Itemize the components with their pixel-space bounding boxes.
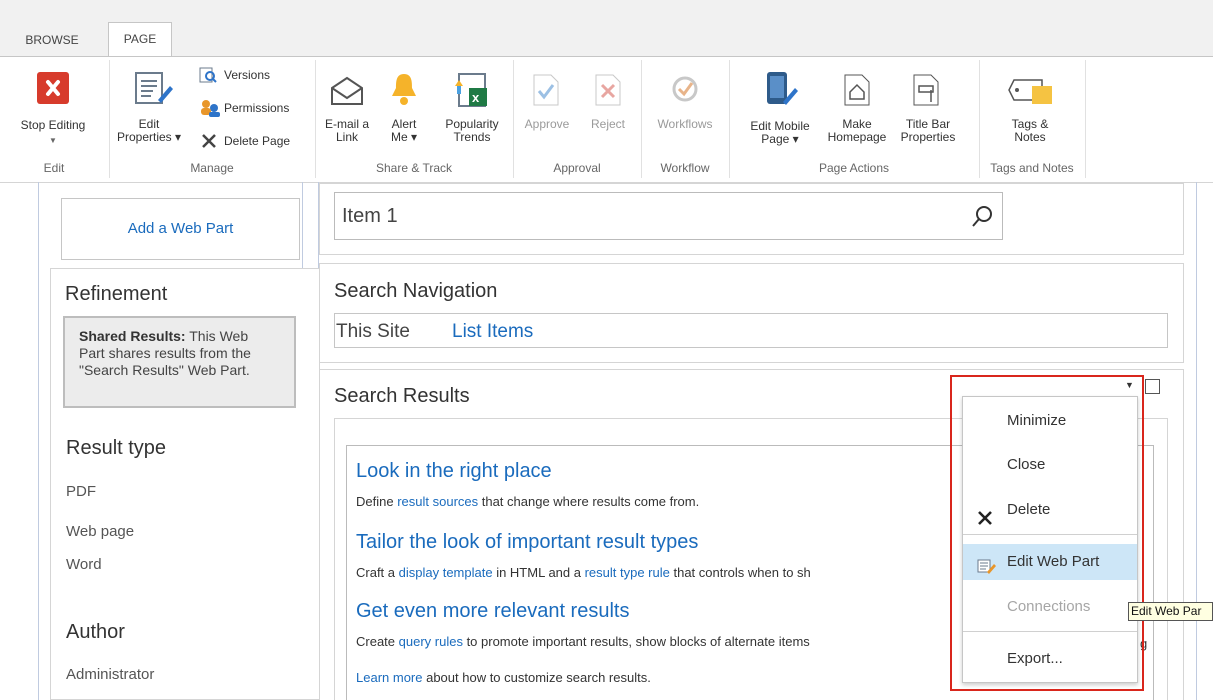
refiner-value-web-page[interactable]: Web page <box>66 523 134 540</box>
search-input[interactable]: Item 1 <box>334 192 1003 240</box>
title-bar-properties-label-2[interactable]: Properties <box>896 131 960 143</box>
result-type-rule-link[interactable]: result type rule <box>585 565 670 580</box>
web-part-context-menu: Minimize Close Delete Edit Web Part Conn… <box>962 396 1138 683</box>
popularity-trends-icon[interactable]: x <box>451 72 491 108</box>
shared-results-notice: Shared Results: This Web Part shares res… <box>63 316 296 408</box>
reject-icon <box>595 74 621 106</box>
edit-mobile-page-label-2[interactable]: Page ▾ <box>735 133 825 145</box>
chevron-down-icon: ▼ <box>49 136 57 145</box>
permissions-button[interactable]: Permissions <box>224 100 289 116</box>
delete-page-button[interactable]: Delete Page <box>224 133 290 149</box>
title-bar-properties-icon[interactable] <box>913 74 941 106</box>
shared-results-text: "Search Results" Web Part. <box>79 362 250 378</box>
approve-button: Approve <box>524 117 570 131</box>
group-label-page-actions: Page Actions <box>818 161 890 175</box>
popularity-trends-label-2[interactable]: Trends <box>434 131 510 143</box>
edit-mobile-page-icon[interactable] <box>765 70 799 108</box>
edit-mobile-page-label-1[interactable]: Edit Mobile <box>735 120 825 132</box>
edit-properties-icon[interactable] <box>133 70 173 108</box>
email-link-label-2[interactable]: Link <box>320 131 374 143</box>
group-label-workflow: Workflow <box>660 161 710 175</box>
search-icon[interactable] <box>971 204 995 228</box>
tip-text: Define result sources that change where … <box>356 494 700 509</box>
menu-divider <box>963 631 1137 632</box>
refiner-value-pdf[interactable]: PDF <box>66 483 96 500</box>
popularity-trends-label-1[interactable]: Popularity <box>434 118 510 130</box>
refiner-value-word[interactable]: Word <box>66 556 102 573</box>
add-web-part-box[interactable]: Add a Web Part <box>61 198 300 260</box>
query-rules-link[interactable]: query rules <box>399 634 463 649</box>
menu-item-edit-web-part[interactable]: Edit Web Part <box>963 544 1137 580</box>
permissions-icon <box>199 99 221 117</box>
menu-item-minimize[interactable]: Minimize <box>963 403 1137 439</box>
homepage-icon[interactable] <box>844 74 870 106</box>
tab-browse[interactable]: BROWSE <box>22 24 82 56</box>
approve-icon <box>533 74 559 106</box>
versions-icon <box>199 66 217 84</box>
versions-button[interactable]: Versions <box>224 67 270 83</box>
alert-bell-icon[interactable] <box>390 72 418 106</box>
group-label-manage: Manage <box>190 161 234 175</box>
make-homepage-label-2[interactable]: Homepage <box>822 131 892 143</box>
group-label-tags-notes: Tags and Notes <box>990 161 1074 175</box>
email-icon[interactable] <box>330 76 364 106</box>
menu-item-close[interactable]: Close <box>963 447 1137 483</box>
shared-results-label: Shared Results: <box>79 328 186 344</box>
delete-icon <box>200 132 218 150</box>
alert-me-label-2[interactable]: Me ▾ <box>380 131 428 143</box>
ribbon-tab-bar <box>0 0 1213 56</box>
search-results-title: Search Results <box>334 385 470 407</box>
zone-guide <box>38 182 39 700</box>
result-type-title: Result type <box>66 437 167 459</box>
workflows-button: Workflows <box>657 117 713 131</box>
menu-divider <box>963 534 1137 535</box>
alert-me-label-1[interactable]: Alert <box>382 118 426 130</box>
nav-item-list-items[interactable]: List Items <box>452 321 533 343</box>
reject-button: Reject <box>590 117 625 131</box>
tip-text: Create query rules to promote important … <box>356 634 810 649</box>
nav-item-this-site[interactable]: This Site <box>336 321 410 343</box>
learn-more-text: Learn more about how to customize search… <box>356 670 651 685</box>
tab-page[interactable]: PAGE <box>108 22 172 58</box>
tip-heading: Look in the right place <box>356 460 552 482</box>
tags-notes-label-1[interactable]: Tags & <box>992 118 1068 130</box>
edit-properties-label-1[interactable]: Edit <box>115 118 183 130</box>
web-part-select-checkbox[interactable] <box>1145 379 1160 394</box>
search-navigation-title: Search Navigation <box>334 280 498 302</box>
shared-results-text: This Web <box>185 328 249 344</box>
result-sources-link[interactable]: result sources <box>397 494 478 509</box>
refinement-title: Refinement <box>65 283 168 305</box>
stop-editing-button[interactable]: Stop Editing <box>0 119 106 131</box>
display-template-link[interactable]: display template <box>399 565 493 580</box>
group-label-share-track: Share & Track <box>375 161 453 175</box>
tip-heading: Get even more relevant results <box>356 600 630 622</box>
author-title: Author <box>66 621 125 643</box>
stop-editing-icon[interactable] <box>37 72 69 104</box>
title-bar-properties-label-1[interactable]: Title Bar <box>896 118 960 130</box>
group-label-approval: Approval <box>553 161 601 175</box>
x-icon <box>977 504 993 525</box>
make-homepage-label-1[interactable]: Make <box>826 118 888 130</box>
tooltip: Edit Web Par <box>1128 602 1213 621</box>
tags-notes-label-2[interactable]: Notes <box>992 131 1068 143</box>
tip-heading: Tailor the look of important result type… <box>356 531 699 553</box>
learn-more-link[interactable]: Learn more <box>356 670 422 685</box>
menu-item-connections: Connections <box>1007 598 1091 615</box>
menu-item-export[interactable]: Export... <box>963 641 1137 677</box>
email-link-label-1[interactable]: E-mail a <box>320 118 374 130</box>
workflows-icon <box>670 74 700 104</box>
edit-properties-label-2[interactable]: Properties ▾ <box>110 131 188 143</box>
menu-item-delete[interactable]: Delete <box>963 492 1137 528</box>
add-web-part-link[interactable]: Add a Web Part <box>62 199 299 259</box>
group-divider <box>1085 60 1086 178</box>
group-label-edit: Edit <box>43 161 65 175</box>
tags-notes-icon[interactable] <box>1008 74 1054 106</box>
refiner-value-administrator[interactable]: Administrator <box>66 666 154 683</box>
shared-results-text: Part shares results from the <box>79 345 251 361</box>
search-input-value[interactable]: Item 1 <box>342 205 398 228</box>
svg-text:x: x <box>472 90 480 105</box>
zone-guide <box>1196 182 1197 700</box>
edit-web-part-icon <box>977 554 997 574</box>
tip-text: Craft a display template in HTML and a r… <box>356 565 811 580</box>
